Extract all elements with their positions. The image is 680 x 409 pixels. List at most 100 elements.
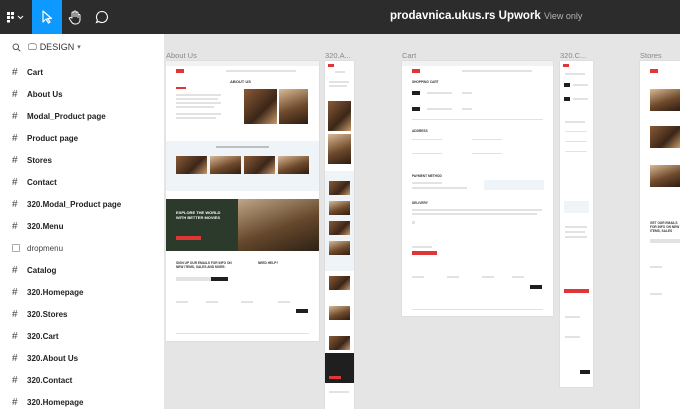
frame-hash-icon: # bbox=[12, 286, 18, 298]
newsletter-text: SIGN UP OUR EMAILS FOR INFO ON NEW ITEMS… bbox=[176, 261, 232, 269]
comment-tool-button[interactable] bbox=[88, 0, 116, 34]
footer-line bbox=[565, 316, 580, 318]
logo bbox=[650, 69, 658, 73]
frame-list-item[interactable]: #320.Homepage bbox=[0, 391, 165, 409]
product-line bbox=[462, 108, 472, 110]
frame-list-item[interactable]: # About Us bbox=[0, 83, 165, 105]
field bbox=[565, 151, 587, 152]
frame-cart[interactable]: SHOPPING CART ADDRESS PAYMENT METHOD DEL… bbox=[402, 61, 553, 316]
hand-tool-button[interactable] bbox=[62, 0, 88, 34]
frame-list-item[interactable]: # Stores bbox=[0, 149, 165, 171]
img bbox=[329, 306, 350, 320]
frame-hash-icon: # bbox=[12, 308, 18, 320]
frame-list-item[interactable]: #320.Cart bbox=[0, 325, 165, 347]
frame-list-item[interactable]: # Product page bbox=[0, 127, 165, 149]
design-canvas[interactable]: About Us 320.A... Cart 320.C... Stores A… bbox=[166, 34, 680, 409]
frame-320-about[interactable] bbox=[325, 61, 354, 409]
frame-list-item[interactable]: dropmenu bbox=[0, 237, 165, 259]
email-input bbox=[650, 239, 680, 243]
img bbox=[329, 276, 350, 290]
frame-list-item[interactable]: # Catalog bbox=[0, 259, 165, 281]
text-line bbox=[176, 113, 221, 115]
frame-hash-icon: # bbox=[12, 374, 18, 386]
store-image bbox=[650, 126, 680, 148]
product-line bbox=[427, 108, 452, 110]
frame-hash-icon: # bbox=[12, 88, 18, 100]
subscribe-button bbox=[211, 277, 228, 281]
footer-line bbox=[650, 293, 662, 295]
field bbox=[565, 131, 587, 132]
frame-list-item[interactable]: #320.Homepage bbox=[0, 281, 165, 303]
frame-list-item[interactable]: #320.Menu bbox=[0, 215, 165, 237]
file-title[interactable]: prodavnica.ukus.rs Upwork bbox=[390, 10, 541, 22]
page-selector[interactable]: 🖵 DESIGN ▾ bbox=[0, 34, 165, 60]
frame-list-item[interactable]: # Contact bbox=[0, 171, 165, 193]
frame-list-label: 320.Menu bbox=[27, 221, 64, 231]
frame-list-item[interactable]: # Modal_Product page bbox=[0, 105, 165, 127]
logo bbox=[328, 64, 334, 67]
delivery-line bbox=[412, 213, 537, 215]
text-line bbox=[329, 85, 347, 87]
value-image bbox=[278, 156, 309, 174]
delivery-heading: DELIVERY bbox=[412, 201, 428, 205]
frame-label-stores[interactable]: Stores bbox=[640, 51, 662, 60]
footer-line bbox=[565, 336, 580, 338]
accent bbox=[176, 87, 186, 89]
line bbox=[565, 121, 585, 123]
search-icon[interactable] bbox=[12, 43, 21, 52]
address-heading: ADDRESS bbox=[412, 129, 428, 133]
frame-hash-icon: # bbox=[12, 132, 18, 144]
frame-list-label: About Us bbox=[27, 89, 63, 99]
layers-sidebar: 🖵 DESIGN ▾ # Cart # About Us # Modal_Product … bbox=[0, 34, 165, 409]
frame-list-label: 320.Homepage bbox=[27, 397, 84, 407]
product-thumb bbox=[412, 107, 420, 111]
checkout-button bbox=[412, 251, 437, 255]
frame-label-320-about[interactable]: 320.A... bbox=[325, 51, 351, 60]
frame-label-320-cart[interactable]: 320.C... bbox=[560, 51, 586, 60]
logo bbox=[176, 69, 184, 73]
footer-col bbox=[447, 276, 459, 278]
line bbox=[565, 226, 587, 228]
stores-newsletter: GET OUR EMAILS FOR INFO ON NEW ITEMS, SA… bbox=[650, 221, 680, 233]
frame-stores[interactable]: GET OUR EMAILS FOR INFO ON NEW ITEMS, SA… bbox=[640, 61, 680, 409]
option bbox=[412, 187, 467, 189]
frame-list-item[interactable]: # Cart bbox=[0, 61, 165, 83]
frame-label-about-us[interactable]: About Us bbox=[166, 51, 197, 60]
frame-list-label: Cart bbox=[27, 67, 44, 77]
frame-list-item[interactable]: #320.Contact bbox=[0, 369, 165, 391]
product-line bbox=[427, 92, 452, 94]
frame-list-label: 320.Contact bbox=[27, 375, 73, 385]
top-toolbar: prodavnica.ukus.rs Upwork View only bbox=[0, 0, 680, 34]
frame-320-cart[interactable] bbox=[560, 61, 593, 387]
banner-text: EXPLORE THE WORLD WITH BETTER MOVIES bbox=[176, 210, 221, 220]
frame-hash-icon: # bbox=[12, 396, 18, 408]
product-line bbox=[462, 92, 472, 94]
frame-label-cart[interactable]: Cart bbox=[402, 51, 416, 60]
frame-list-label: Catalog bbox=[27, 265, 57, 275]
cart-heading: SHOPPING CART bbox=[412, 80, 439, 84]
img bbox=[329, 221, 350, 235]
frame-about-us[interactable]: ABOUT US EXPLORE THE WORLD WITH BETTER M… bbox=[166, 61, 319, 341]
field bbox=[412, 153, 442, 154]
banner-image bbox=[238, 199, 319, 251]
frame-list-item[interactable]: #320.About Us bbox=[0, 347, 165, 369]
figma-menu-button[interactable] bbox=[0, 0, 32, 34]
footer-col bbox=[241, 301, 253, 303]
frame-list-label: Contact bbox=[27, 177, 57, 187]
footer-bottom bbox=[412, 309, 543, 310]
section-title bbox=[216, 146, 269, 148]
figma-menu-icon bbox=[7, 12, 24, 23]
text-line bbox=[329, 81, 349, 83]
frame-list-label: Stores bbox=[27, 155, 52, 165]
frame-list-label: 320.About Us bbox=[27, 353, 79, 363]
footer-col bbox=[278, 301, 290, 303]
thumb bbox=[564, 83, 570, 87]
footer-line bbox=[329, 391, 349, 393]
about-image-1 bbox=[244, 89, 277, 124]
frame-list-item[interactable]: #320.Stores bbox=[0, 303, 165, 325]
frame-list-item[interactable]: #320.Modal_Product page bbox=[0, 193, 165, 215]
footer-col bbox=[512, 276, 524, 278]
move-tool-button[interactable] bbox=[32, 0, 62, 34]
field bbox=[472, 153, 502, 154]
frame-list-label: 320.Modal_Product page bbox=[27, 199, 122, 209]
